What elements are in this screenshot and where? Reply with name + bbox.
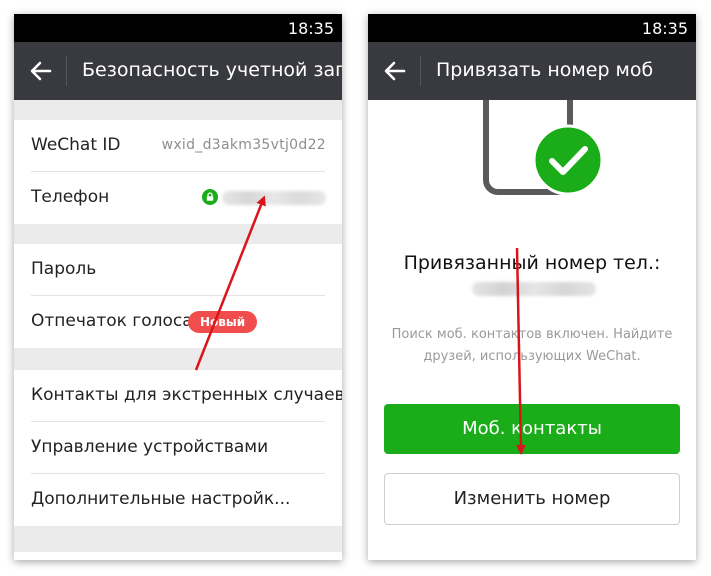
settings-list: WeChat ID wxid_d3akm35vtj0d22 Телефон Па… <box>14 100 342 560</box>
bind-phone-content: Привязанный номер тел.: Поиск моб. конта… <box>368 100 696 560</box>
voiceprint-row[interactable]: Отпечаток голоса Новый <box>14 296 342 348</box>
emergency-contacts-row[interactable]: Контакты для экстренных случаев <box>14 370 342 422</box>
bind-phone-screen: 18:35 Привязать номер моб Привязанный но… <box>368 14 696 560</box>
new-badge: Новый <box>188 311 258 333</box>
password-row[interactable]: Пароль <box>14 244 342 296</box>
next-group-partial <box>14 552 342 560</box>
bound-number-blurred <box>472 282 596 296</box>
phone-row[interactable]: Телефон <box>14 172 342 224</box>
status-time: 18:35 <box>287 19 334 38</box>
status-bar: 18:35 <box>14 14 342 42</box>
phone-label: Телефон <box>31 187 110 207</box>
device-management-label: Управление устройствами <box>31 437 269 457</box>
contacts-info-line-2: друзей, использующих WeChat. <box>423 349 641 364</box>
appbar-divider <box>66 56 67 86</box>
lock-icon <box>202 189 218 205</box>
appbar-divider <box>420 56 421 86</box>
contacts-info-text: Поиск моб. контактов включен. Найдите др… <box>378 324 686 368</box>
voiceprint-label: Отпечаток голоса <box>31 311 193 331</box>
phone-number-blurred <box>222 191 326 205</box>
contacts-info-line-1: Поиск моб. контактов включен. Найдите <box>391 327 673 342</box>
status-time: 18:35 <box>641 19 688 38</box>
status-bar: 18:35 <box>368 14 696 42</box>
more-group: Контакты для экстренных случаев Управлен… <box>14 370 342 526</box>
security-group: Пароль Отпечаток голоса Новый <box>14 244 342 348</box>
page-title: Безопасность учетной зап... <box>82 59 342 81</box>
advanced-settings-row[interactable]: Дополнительные настройк... <box>14 474 342 526</box>
device-management-row[interactable]: Управление устройствами <box>14 422 342 474</box>
wechat-id-value: wxid_d3akm35vtj0d22 <box>161 137 326 153</box>
back-arrow-icon[interactable] <box>382 58 408 84</box>
page-title: Привязать номер моб <box>436 59 654 81</box>
password-label: Пароль <box>31 259 97 279</box>
app-bar: Безопасность учетной зап... <box>14 42 342 100</box>
wechat-id-row[interactable]: WeChat ID wxid_d3akm35vtj0d22 <box>14 120 342 172</box>
wechat-id-label: WeChat ID <box>31 135 121 155</box>
app-bar: Привязать номер моб <box>368 42 696 100</box>
emergency-contacts-label: Контакты для экстренных случаев <box>31 385 342 405</box>
advanced-settings-label: Дополнительные настройк... <box>31 489 291 509</box>
mobile-contacts-button[interactable]: Моб. контакты <box>384 404 680 454</box>
check-badge-icon <box>532 124 604 196</box>
bound-number-title: Привязанный номер тел.: <box>403 252 661 274</box>
account-group: WeChat ID wxid_d3akm35vtj0d22 Телефон <box>14 120 342 224</box>
back-arrow-icon[interactable] <box>28 58 54 84</box>
security-screen: 18:35 Безопасность учетной зап... WeChat… <box>14 14 342 560</box>
change-number-button[interactable]: Изменить номер <box>384 473 680 525</box>
